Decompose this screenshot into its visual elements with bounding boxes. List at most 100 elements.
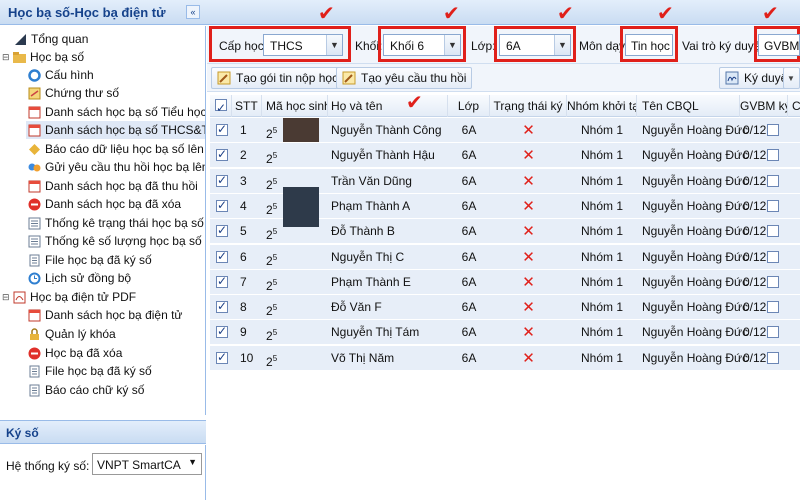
sidebar-item-file-hoc-ba-da-ky[interactable]: File học bạ đã ký số <box>28 362 152 380</box>
certificate-icon <box>28 87 41 99</box>
col-header-c[interactable]: C <box>788 95 800 117</box>
manager-name-cell: Nguyễn Hoàng Đức <box>642 300 749 315</box>
table-row[interactable]: 10 25 Võ Thị Năm 6A ✕ Nhóm 1 Nguyễn Hoàng Đức0… <box>210 345 800 371</box>
row-select-checkbox[interactable] <box>216 198 228 212</box>
cap-hoc-select[interactable]: THCS ▼ <box>263 34 343 56</box>
sign-status-x-icon: ✕ <box>522 349 535 367</box>
stt-cell: 2 <box>240 148 247 163</box>
sidebar-item-da-xoa[interactable]: Danh sách học bạ đã xóa <box>28 195 181 213</box>
row-select-checkbox[interactable] <box>216 274 228 288</box>
table-row[interactable]: 9 25 Nguyễn Thị Tám 6A ✕ Nhóm 1 Nguyễn Hoàng Đ… <box>210 320 800 346</box>
row-select-checkbox[interactable] <box>216 350 228 364</box>
chevron-down-icon: ▼ <box>787 73 795 83</box>
table-row[interactable]: 7 25 Phạm Thành E 6A ✕ Nhóm 1 Nguyễn Hoàng Đức… <box>210 269 800 295</box>
gvbm-progress-cell: 0/12 <box>743 224 767 239</box>
student-name-cell: Nguyễn Thành Công <box>331 123 442 137</box>
sidebar-item-quan-ly-khoa[interactable]: Quản lý khóa <box>28 325 116 343</box>
table-row[interactable]: 2 25 Nguyễn Thành Hậu 6A ✕ Nhóm 1 Nguyễn Hoàng… <box>210 143 800 169</box>
sidebar-item-cau-hinh[interactable]: Cấu hình <box>28 66 94 84</box>
app-titlebar: Học bạ số-Học bạ điện tử « <box>0 0 800 25</box>
gvbm-sign-checkbox[interactable] <box>767 225 779 238</box>
gvbm-sign-checkbox[interactable] <box>767 301 779 314</box>
student-photo <box>283 187 319 227</box>
delete-icon <box>28 347 41 359</box>
kyso-panel-header[interactable]: Ký số <box>0 420 206 444</box>
table-row[interactable]: 8 25 Đỗ Văn F 6A ✕ Nhóm 1 Nguyễn Hoàng Đức0/12 <box>210 295 800 321</box>
sidebar-item-hoc-ba-da-xoa[interactable]: Học bạ đã xóa <box>28 344 122 362</box>
signing-system-select[interactable]: VNPT SmartCA ▼ <box>92 453 202 475</box>
lock-icon <box>30 327 39 340</box>
col-header-gvbm-ky[interactable]: GVBM ký <box>740 95 788 117</box>
student-photo <box>283 118 319 142</box>
class-cell: 6A <box>461 123 477 137</box>
lop-label: Lớp: <box>471 39 496 53</box>
row-select-checkbox[interactable] <box>216 173 228 187</box>
group-cell: Nhóm 1 <box>580 224 624 239</box>
sidebar-item-ds-thcs-thpt[interactable]: Danh sách học bạ số THCS&THPT <box>26 121 205 139</box>
file-icon <box>29 384 40 396</box>
collapse-icon[interactable]: ⊟ <box>2 52 11 63</box>
sign-status-x-icon: ✕ <box>522 324 535 342</box>
sidebar-item-bao-cao-bo[interactable]: Báo cáo dữ liệu học bạ số lên Bộ <box>28 140 205 158</box>
vai-tro-select[interactable]: GVBM <box>758 34 800 56</box>
lop-select[interactable]: 6A ▼ <box>499 34 571 56</box>
chevron-down-icon[interactable]: ▼ <box>554 35 570 55</box>
sidebar-item-bao-cao-chu-ky[interactable]: Báo cáo chữ ký số <box>28 381 144 399</box>
gvbm-progress-cell: 0/12 <box>743 123 767 137</box>
select-all-checkbox[interactable] <box>215 97 227 117</box>
sidebar-item-chung-thu-so[interactable]: Chứng thư số <box>28 84 119 102</box>
sidebar-item-ds-hoc-ba-dien-tu[interactable]: Danh sách học bạ điện tử <box>28 306 182 324</box>
class-cell: 6A <box>461 173 477 188</box>
gvbm-sign-checkbox[interactable] <box>767 124 779 136</box>
gvbm-sign-checkbox[interactable] <box>767 326 779 339</box>
sign-status-x-icon: ✕ <box>522 147 535 165</box>
gvbm-sign-checkbox[interactable] <box>767 149 779 162</box>
sign-approve-dropdown[interactable]: ▼ <box>783 67 800 89</box>
col-header-lop[interactable]: Lớp <box>448 95 490 117</box>
col-header-nhom-khoi-tao[interactable]: Nhóm khởi tạo <box>567 95 637 117</box>
sidebar-item-tk-so-luong[interactable]: Thống kê số lượng học bạ số <box>28 232 202 250</box>
col-header-ho-ten[interactable]: Họ và tên <box>328 95 448 117</box>
group-cell: Nhóm 1 <box>580 173 624 188</box>
row-select-checkbox[interactable] <box>216 122 228 136</box>
gvbm-progress-cell: 0/12 <box>743 173 767 188</box>
col-header-trang-thai-ky[interactable]: Trạng thái ký <box>490 95 567 117</box>
row-select-checkbox[interactable] <box>216 223 228 238</box>
col-header-stt[interactable]: STT <box>232 95 262 117</box>
row-select-checkbox[interactable] <box>216 324 228 339</box>
sidebar-item-tong-quan[interactable]: Tổng quan <box>14 30 88 48</box>
row-select-checkbox[interactable] <box>216 299 228 314</box>
col-header-ma-hoc-sinh[interactable]: Mã học sinh <box>262 95 328 117</box>
gvbm-sign-checkbox[interactable] <box>767 250 779 263</box>
mon-day-field[interactable]: Tin học <box>625 34 673 56</box>
student-name-cell: Võ Thị Năm <box>331 350 395 365</box>
manager-name-cell: Nguyễn Hoàng Đức <box>642 224 749 239</box>
sidebar-item-tk-trang-thai[interactable]: Thống kê trạng thái học bạ số <box>28 214 204 232</box>
khoi-select[interactable]: Khối 6 ▼ <box>383 34 461 56</box>
sidebar-item-file-da-ky[interactable]: File học bạ đã ký số <box>28 251 152 269</box>
row-select-checkbox[interactable] <box>216 147 228 162</box>
sidebar-item-ds-tieu-hoc[interactable]: Danh sách học bạ số Tiểu học <box>28 103 205 121</box>
table-row[interactable]: 6 25 Nguyễn Thị C 6A ✕ Nhóm 1 Nguyễn Hoàng Đức… <box>210 244 800 270</box>
sidebar-item-gui-thu-hoi[interactable]: Gửi yêu cầu thu hồi học bạ lên Bộ <box>28 158 205 176</box>
kyso-title: Ký số <box>6 426 39 440</box>
gvbm-sign-checkbox[interactable] <box>767 199 779 212</box>
chevron-down-icon: ▼ <box>188 457 197 467</box>
gvbm-sign-checkbox[interactable] <box>767 351 779 364</box>
student-name-cell: Nguyễn Thị Tám <box>331 325 420 340</box>
chevron-down-icon[interactable]: ▼ <box>444 35 460 55</box>
chevrons-left-icon[interactable]: « <box>186 5 200 19</box>
gvbm-sign-checkbox[interactable] <box>767 174 779 187</box>
col-header-ten-cbql[interactable]: Tên CBQL <box>637 95 740 117</box>
sidebar-item-hoc-ba-pdf[interactable]: ⊟ Học bạ điện tử PDF <box>2 288 136 306</box>
collapse-icon[interactable]: ⊟ <box>2 292 11 303</box>
sidebar-item-hoc-ba-so[interactable]: ⊟ Học bạ số <box>2 48 84 66</box>
create-recall-request-button[interactable]: Tạo yêu cầu thu hồi <box>336 67 473 89</box>
sidebar-item-lich-su-dong-bo[interactable]: Lịch sử đồng bộ <box>28 269 131 287</box>
gvbm-sign-checkbox[interactable] <box>767 275 779 288</box>
row-select-checkbox[interactable] <box>216 249 228 263</box>
sidebar-item-da-thu-hoi[interactable]: Danh sách học bạ đã thu hồi <box>28 177 198 195</box>
chevron-down-icon[interactable]: ▼ <box>326 35 342 55</box>
sign-status-x-icon: ✕ <box>522 273 535 291</box>
stt-cell: 10 <box>240 350 254 365</box>
